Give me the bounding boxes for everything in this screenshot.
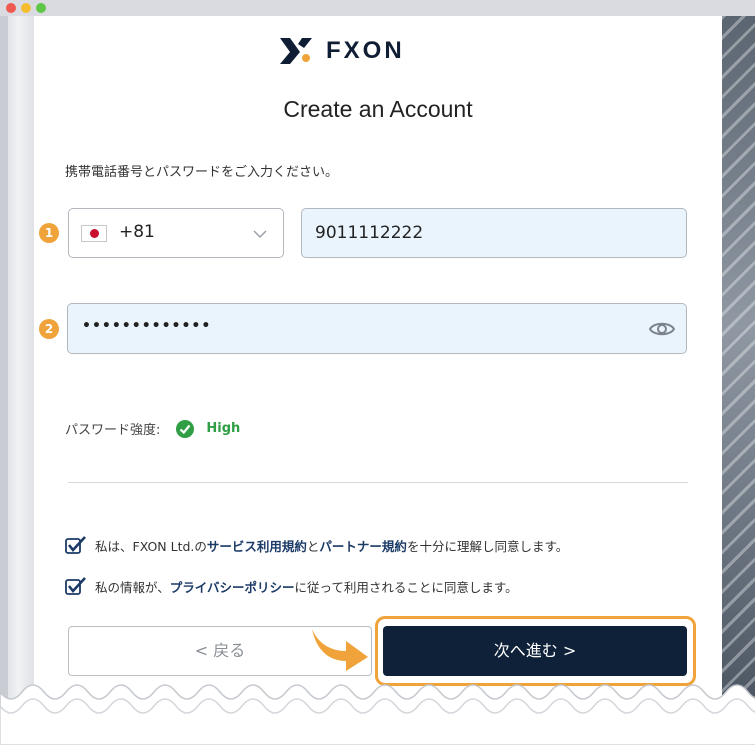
window-titlebar <box>0 0 755 16</box>
checkbox-checked-icon[interactable] <box>65 576 87 596</box>
terms-consent-connector: と <box>306 538 320 554</box>
country-dial-code: +81 <box>119 222 155 242</box>
partner-terms-link[interactable]: パートナー規約 <box>319 536 407 555</box>
brand-name: FXON <box>326 37 405 64</box>
close-window-button[interactable] <box>6 3 16 13</box>
privacy-consent[interactable]: 私の情報が、 プライバシーポリシー に従って利用されることに同意します。 <box>65 576 518 596</box>
step-2-badge: 2 <box>39 319 59 339</box>
step-1-badge: 1 <box>39 223 59 243</box>
page-title: Create an Account <box>283 96 473 122</box>
background-building-image <box>722 16 755 706</box>
password-input[interactable]: ••••••••••••• <box>67 303 687 354</box>
terms-consent-text: 私は、FXON Ltd.の <box>95 538 207 554</box>
next-button[interactable]: 次へ進む > <box>383 626 687 676</box>
japan-flag-icon <box>81 225 107 242</box>
privacy-policy-link[interactable]: プライバシーポリシー <box>170 577 295 596</box>
divider <box>68 482 688 483</box>
password-strength: パスワード強度: High <box>65 419 240 438</box>
terms-consent[interactable]: 私は、FXON Ltd.の サービス利用規約とパートナー規約 を十分に理解し同意しま… <box>65 535 568 555</box>
instruction-text: 携帯電話番号とパスワードをご入力ください。 <box>65 165 339 180</box>
fxon-logo-mark-icon <box>280 38 312 64</box>
signup-panel: FXON Create an Account 携帯電話番号とパスワードをご入力く… <box>34 16 722 706</box>
torn-edge-decoration <box>0 684 755 745</box>
phone-number-input[interactable]: 9011112222 <box>301 208 687 258</box>
fxon-logo: FXON <box>276 36 492 66</box>
background-left-strip <box>8 16 34 706</box>
terms-consent-suffix: を十分に理解し同意します。 <box>406 538 569 554</box>
minimize-window-button[interactable] <box>21 3 31 13</box>
privacy-consent-text: 私の情報が、 <box>95 579 170 595</box>
check-circle-icon <box>176 419 195 438</box>
password-masked-value: ••••••••••••• <box>82 318 212 334</box>
maximize-window-button[interactable] <box>36 3 46 13</box>
pointer-arrow-icon <box>312 629 368 671</box>
password-strength-label: パスワード強度: <box>65 423 161 438</box>
privacy-consent-suffix: に従って利用されることに同意します。 <box>294 579 518 595</box>
eye-icon[interactable] <box>648 318 676 340</box>
password-strength-value: High <box>206 421 241 436</box>
country-code-select[interactable]: +81 <box>68 208 284 258</box>
chevron-down-icon <box>253 230 267 239</box>
checkbox-checked-icon[interactable] <box>65 535 87 555</box>
terms-of-service-link[interactable]: サービス利用規約 <box>207 536 307 555</box>
